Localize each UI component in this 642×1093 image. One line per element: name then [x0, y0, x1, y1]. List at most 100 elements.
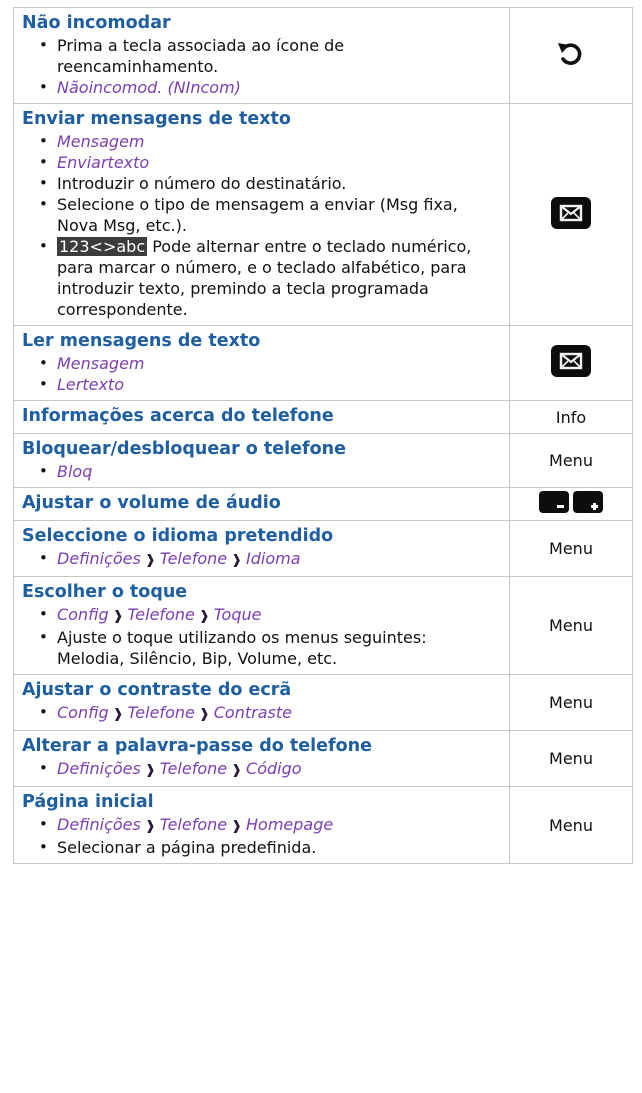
- feature-title: Página inicial: [22, 792, 154, 812]
- menu-separator-icon: ❱: [144, 819, 156, 834]
- step-text-content: Selecionar a página predefinida.: [57, 838, 317, 857]
- step-list: Config❱Telefone❱ToqueAjuste o toque util…: [22, 604, 499, 669]
- feature-description-cell: Ajustar o volume de áudio: [13, 487, 510, 521]
- step-list: Definições❱Telefone❱Código: [22, 758, 499, 781]
- feature-title: Alterar a palavra-passe do telefone: [22, 736, 372, 756]
- step-text-content: Introduzir o número do destinatário.: [57, 174, 347, 193]
- step-text: Selecionar a página predefinida.: [39, 837, 499, 858]
- menu-path-segment: Código: [246, 759, 302, 778]
- feature-row: Escolher o toqueConfig❱Telefone❱ToqueAju…: [13, 576, 633, 675]
- key-cell: Menu: [509, 674, 633, 731]
- menu-path-segment: Toque: [213, 605, 262, 624]
- menu-separator-icon: ❱: [144, 553, 156, 568]
- key-cell: [509, 103, 633, 326]
- menu-path: Config❱Telefone❱Toque: [39, 604, 499, 627]
- menu-path-segment: Idioma: [246, 549, 301, 568]
- feature-description-cell: Página inicialDefinições❱Telefone❱Homepa…: [13, 786, 510, 864]
- key-label: Menu: [549, 451, 593, 470]
- softkey-label: 123<>abc: [57, 237, 148, 256]
- menu-path: Lertexto: [39, 374, 499, 395]
- key-cell: [509, 7, 633, 104]
- feature-row: Enviar mensagens de texto Mensagem Enviart…: [13, 103, 633, 326]
- feature-table: Não incomodar Prima a tecla associada ao …: [13, 7, 633, 864]
- key-cell: [509, 487, 633, 521]
- feature-row: Não incomodar Prima a tecla associada ao …: [13, 7, 633, 104]
- step-list: Definições❱Telefone❱Idioma: [22, 548, 499, 571]
- feature-title: Seleccione o idioma pretendido: [22, 526, 334, 546]
- step-text: Ajuste o toque utilizando os menus segui…: [39, 627, 499, 669]
- menu-separator-icon: ❱: [231, 763, 243, 778]
- menu-path-segment: Telefone: [127, 605, 195, 624]
- menu-separator-icon: ❱: [112, 707, 124, 722]
- feature-title: Ler mensagens de texto: [22, 331, 261, 351]
- menu-path: Definições❱Telefone❱Idioma: [39, 548, 499, 571]
- feature-row: Ajustar o contraste do ecrãConfig❱Telefo…: [13, 674, 633, 731]
- menu-separator-icon: ❱: [112, 609, 124, 624]
- menu-path: Nãoincomod. (NIncom): [39, 77, 499, 98]
- step-text-content: Ajuste o toque utilizando os menus segui…: [57, 628, 427, 668]
- step-list: Mensagem Lertexto: [22, 353, 499, 395]
- menu-path-segment: Mensagem: [57, 132, 145, 151]
- key-cell: Info: [509, 400, 633, 434]
- menu-path-segment: Definições: [57, 759, 141, 778]
- feature-description-cell: Alterar a palavra-passe do telefoneDefin…: [13, 730, 510, 787]
- feature-description-cell: Escolher o toqueConfig❱Telefone❱ToqueAju…: [13, 576, 510, 675]
- feature-title: Informações acerca do telefone: [22, 406, 334, 426]
- volume-keys-icon: [538, 490, 604, 518]
- step-list: Config❱Telefone❱Contraste: [22, 702, 499, 725]
- menu-path-segment: Definições: [57, 815, 141, 834]
- step-text: Prima a tecla associada ao ícone de reen…: [39, 35, 499, 77]
- feature-row: Ajustar o volume de áudio: [13, 487, 633, 521]
- menu-path: Mensagem: [39, 353, 499, 374]
- menu-path-segment: Mensagem: [57, 354, 145, 373]
- menu-separator-icon: ❱: [231, 819, 243, 834]
- key-label: Menu: [549, 693, 593, 712]
- feature-description-cell: Seleccione o idioma pretendidoDefinições…: [13, 520, 510, 577]
- feature-description-cell: Bloquear/desbloquear o telefone Bloq: [13, 433, 510, 488]
- menu-path-segment: Telefone: [159, 759, 228, 778]
- step-text: 123<>abc Pode alternar entre o teclado n…: [39, 236, 499, 320]
- menu-path-segment: Telefone: [159, 549, 228, 568]
- feature-row: Ler mensagens de texto Mensagem Lertexto: [13, 325, 633, 401]
- envelope-key-icon: [550, 196, 592, 234]
- forward-arrow-icon: [554, 39, 588, 73]
- feature-title: Ajustar o volume de áudio: [22, 493, 281, 513]
- feature-title: Enviar mensagens de texto: [22, 109, 291, 129]
- step-list: Bloq: [22, 461, 499, 482]
- step-text-content: Selecione o tipo de mensagem a enviar (M…: [57, 195, 458, 235]
- feature-row: Bloquear/desbloquear o telefone Bloq Menu: [13, 433, 633, 488]
- key-cell: Menu: [509, 433, 633, 488]
- feature-title: Bloquear/desbloquear o telefone: [22, 439, 346, 459]
- key-cell: Menu: [509, 730, 633, 787]
- menu-path-segment: Bloq: [57, 462, 93, 481]
- menu-path-segment: Telefone: [127, 703, 195, 722]
- feature-description-cell: Informações acerca do telefone: [13, 400, 510, 434]
- feature-row: Página inicialDefinições❱Telefone❱Homepa…: [13, 786, 633, 864]
- key-label: Menu: [549, 749, 593, 768]
- menu-separator-icon: ❱: [144, 763, 156, 778]
- menu-path-segment: Config: [57, 703, 109, 722]
- feature-description-cell: Ler mensagens de texto Mensagem Lertexto: [13, 325, 510, 401]
- key-cell: Menu: [509, 520, 633, 577]
- step-text: Introduzir o número do destinatário.: [39, 173, 499, 194]
- feature-row: Alterar a palavra-passe do telefoneDefin…: [13, 730, 633, 787]
- menu-path: Definições❱Telefone❱Código: [39, 758, 499, 781]
- menu-path: Config❱Telefone❱Contraste: [39, 702, 499, 725]
- menu-path-segment: Config: [57, 605, 109, 624]
- menu-separator-icon: ❱: [198, 609, 210, 624]
- menu-separator-icon: ❱: [198, 707, 210, 722]
- key-label: Info: [555, 407, 587, 427]
- key-label: Menu: [549, 815, 593, 835]
- menu-path-segment: Homepage: [246, 815, 334, 834]
- menu-path-segment: Telefone: [159, 815, 228, 834]
- menu-path-segment: Lertexto: [57, 375, 124, 394]
- step-list: Mensagem Enviartexto Introduzir o número d…: [22, 131, 499, 320]
- feature-description-cell: Enviar mensagens de texto Mensagem Enviart…: [13, 103, 510, 326]
- menu-path: Mensagem: [39, 131, 499, 152]
- menu-path: Enviartexto: [39, 152, 499, 173]
- menu-separator-icon: ❱: [231, 553, 243, 568]
- step-text: Selecione o tipo de mensagem a enviar (M…: [39, 194, 499, 236]
- feature-description-cell: Ajustar o contraste do ecrãConfig❱Telefo…: [13, 674, 510, 731]
- feature-title: Escolher o toque: [22, 582, 188, 602]
- menu-path-segment: Contraste: [213, 703, 292, 722]
